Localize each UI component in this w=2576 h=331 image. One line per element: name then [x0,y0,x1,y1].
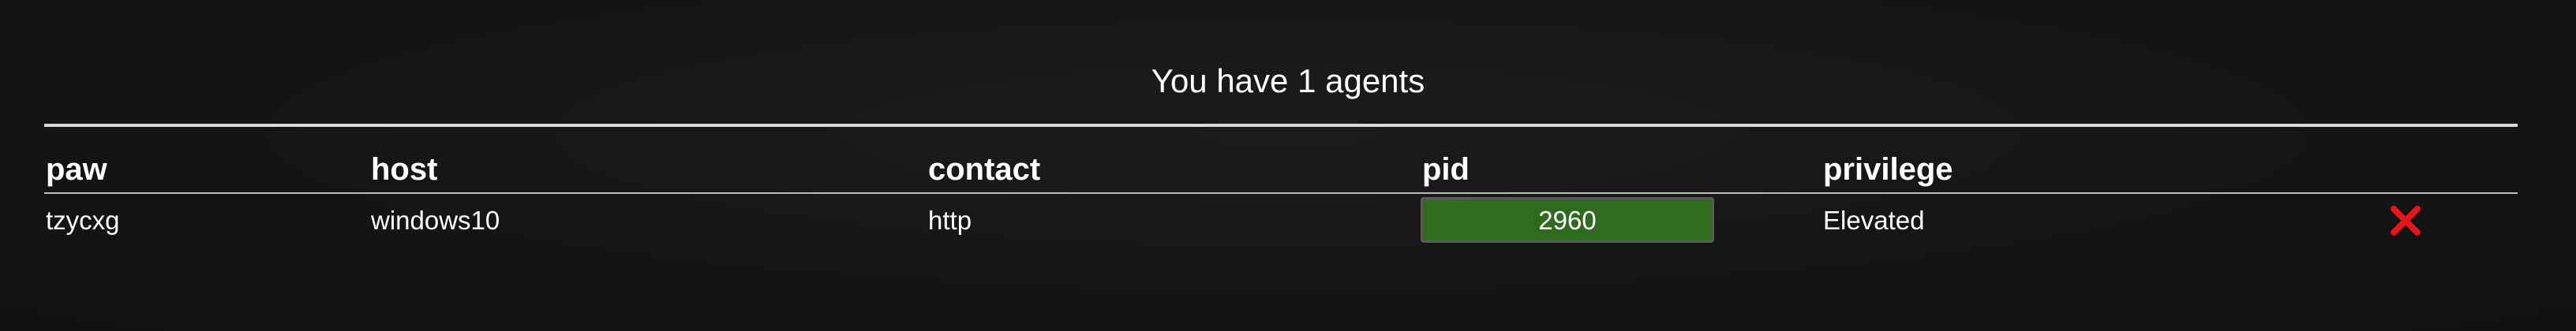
close-icon[interactable] [2388,203,2423,238]
table-row: tzycxg windows10 http 2960 Elevated [44,197,2518,244]
table-header-divider [44,192,2518,194]
agent-contact-cell: http [928,206,972,235]
column-header-paw: paw [46,152,107,187]
column-header-contact: contact [928,152,1041,187]
agent-privilege-cell: Elevated [1823,206,1925,235]
agents-count-heading: You have 1 agents [1151,62,1425,99]
column-header-privilege: privilege [1823,152,1953,187]
table-top-divider [44,124,2518,127]
column-header-pid: pid [1422,152,1470,187]
table-header-row: paw host contact pid privilege [44,150,2518,189]
agent-paw-cell: tzycxg [46,206,120,235]
agent-host-cell: windows10 [371,206,500,235]
column-header-host: host [371,152,438,187]
agent-pid-button[interactable]: 2960 [1421,197,1714,243]
